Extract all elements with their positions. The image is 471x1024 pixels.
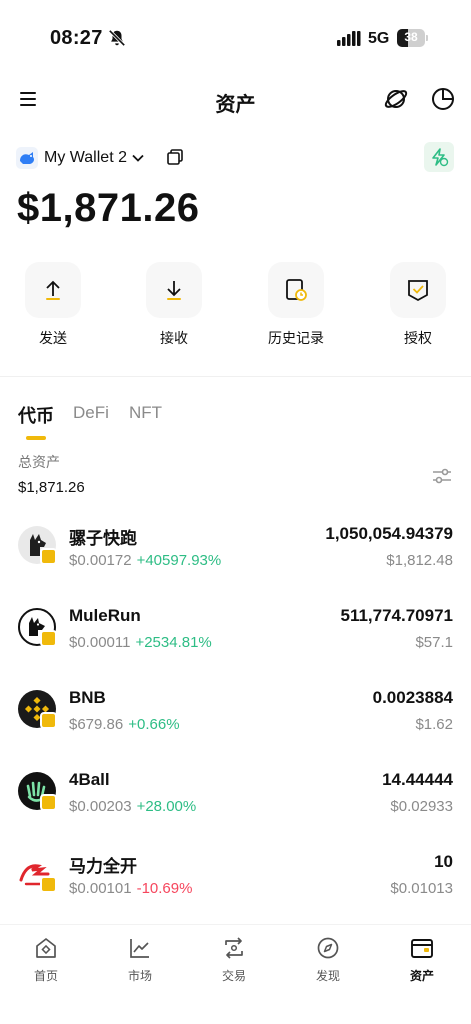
nav-assets-label: 资产: [409, 969, 434, 983]
token-usd-value: $0.02933: [390, 798, 453, 815]
menu-icon[interactable]: [18, 88, 40, 110]
token-price: $0.00203: [69, 798, 132, 815]
nav-discover-label: 发现: [315, 969, 340, 983]
token-amount: 0.0023884: [372, 688, 453, 707]
gas-fee-button[interactable]: [424, 142, 454, 172]
authorize-icon: [408, 280, 428, 302]
history-label: 历史记录: [268, 330, 324, 346]
token-name: 骡子快跑: [69, 529, 137, 548]
token-usd-value: $57.1: [415, 634, 453, 651]
token-price: $679.86: [69, 716, 124, 733]
token-price-line: $0.00101 -10.69%: [69, 880, 192, 897]
wallet-icon: [411, 939, 433, 958]
token-usd-value: $0.01013: [390, 880, 453, 897]
lightning-icon: [432, 148, 449, 167]
nav-home[interactable]: 首页: [16, 935, 76, 984]
token-price: $0.00172: [69, 552, 132, 569]
token-change: +40597.93%: [136, 552, 222, 569]
token-price: $0.00101: [69, 880, 132, 897]
token-usd-value: $1,812.48: [386, 552, 453, 569]
authorize-label: 授权: [404, 330, 432, 346]
token-amount: 10: [434, 852, 453, 871]
nav-trade[interactable]: 交易: [204, 935, 264, 984]
filter-settings-icon[interactable]: [430, 464, 454, 488]
history-button[interactable]: 历史记录: [256, 262, 336, 348]
token-amount: 14.44444: [382, 770, 453, 789]
token-name: 马力全开: [69, 857, 137, 876]
tab-tokens[interactable]: 代币: [18, 402, 54, 428]
token-row-mulerun[interactable]: MuleRun $0.00011 +2534.81% 511,774.70971 …: [0, 592, 471, 670]
token-name: MuleRun: [69, 606, 141, 625]
token-amount: 1,050,054.94379: [325, 524, 453, 543]
send-label: 发送: [39, 330, 67, 346]
tab-nft[interactable]: NFT: [129, 403, 162, 423]
nav-discover[interactable]: 发现: [298, 935, 358, 984]
token-row-mali-quankai[interactable]: 马力全开 $0.00101 -10.69% 10 $0.01013: [0, 838, 471, 916]
copy-icon[interactable]: [166, 148, 184, 166]
wallet-selector[interactable]: My Wallet 2: [16, 143, 145, 173]
bottom-navigation: 首页 市场 交易 发现 资产: [0, 924, 471, 1024]
discover-icon: [317, 937, 339, 959]
bell-muted-icon: [108, 29, 126, 47]
network-label: 5G: [368, 30, 390, 47]
token-price-line: $679.86 +0.66%: [69, 716, 180, 733]
token-change: -10.69%: [136, 880, 193, 897]
active-tab-underline: [26, 436, 46, 440]
token-price: $0.00011: [69, 634, 131, 651]
token-amount: 511,774.70971: [340, 606, 453, 625]
nav-market-label: 市场: [127, 969, 152, 983]
section-divider: [0, 376, 471, 377]
bsc-chain-badge: [40, 794, 57, 811]
wallet-name: My Wallet 2: [44, 149, 127, 166]
market-icon: [130, 939, 149, 958]
nav-trade-label: 交易: [221, 969, 246, 983]
nav-home-label: 首页: [33, 969, 58, 983]
tab-defi[interactable]: DeFi: [73, 403, 109, 423]
status-bar: 08:27 5G 38: [0, 0, 471, 72]
download-icon: [167, 281, 181, 300]
send-button[interactable]: 发送: [13, 262, 93, 348]
total-balance: $1,871.26: [17, 186, 200, 230]
nav-assets[interactable]: 资产: [392, 935, 452, 984]
token-row-bnb[interactable]: BNB $679.86 +0.66% 0.0023884 $1.62: [0, 674, 471, 752]
bsc-chain-badge: [40, 548, 57, 565]
token-price-line: $0.00011 +2534.81%: [69, 634, 212, 651]
total-assets-value: $1,871.26: [18, 479, 85, 496]
bsc-chain-badge: [40, 712, 57, 729]
token-row-4ball[interactable]: 4Ball $0.00203 +28.00% 14.44444 $0.02933: [0, 756, 471, 834]
token-usd-value: $1.62: [415, 716, 453, 733]
token-change: +0.66%: [128, 716, 180, 733]
authorize-button[interactable]: 授权: [378, 262, 458, 348]
nav-market[interactable]: 市场: [110, 935, 170, 984]
token-price-line: $0.00203 +28.00%: [69, 798, 196, 815]
token-name: BNB: [69, 688, 106, 707]
header: 资产: [0, 80, 471, 122]
pie-chart-icon[interactable]: [430, 86, 456, 112]
token-price-line: $0.00172 +40597.93%: [69, 552, 221, 569]
bsc-chain-badge: [40, 876, 57, 893]
planet-icon[interactable]: [383, 86, 409, 112]
home-icon: [36, 938, 56, 958]
trade-icon: [225, 937, 243, 959]
token-change: +28.00%: [136, 798, 197, 815]
battery-indicator: 38: [397, 29, 428, 47]
battery-level: 38: [404, 30, 418, 44]
token-change: +2534.81%: [135, 634, 212, 651]
upload-icon: [46, 280, 60, 300]
receive-button[interactable]: 接收: [134, 262, 214, 348]
status-time: 08:27: [50, 27, 103, 49]
total-assets-label: 总资产: [18, 454, 60, 470]
receive-label: 接收: [160, 330, 188, 346]
token-row-mule-kuaipao[interactable]: 骡子快跑 $0.00172 +40597.93% 1,050,054.94379 …: [0, 510, 471, 588]
bsc-chain-badge: [40, 630, 57, 647]
history-icon: [286, 279, 307, 301]
token-name: 4Ball: [69, 770, 110, 789]
signal-icon: [337, 31, 361, 46]
chevron-down-icon: [132, 154, 144, 162]
wallet-avatar-icon: [16, 147, 38, 169]
quick-actions: 发送 接收 历史记录 授权: [0, 262, 471, 362]
